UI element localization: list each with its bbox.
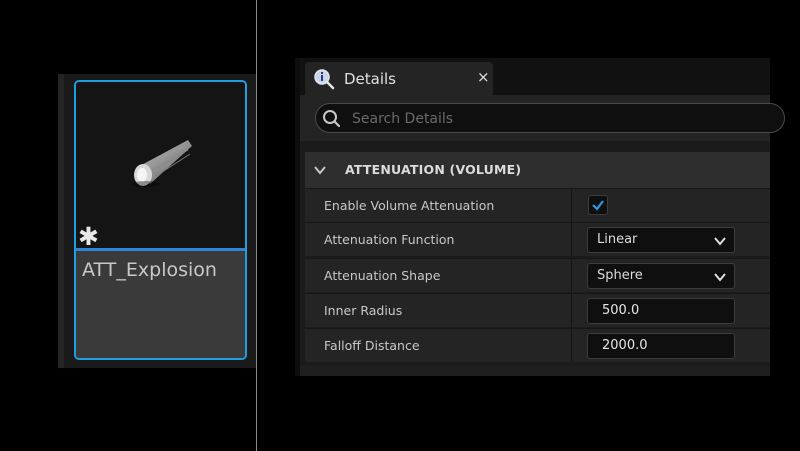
tab-details-label: Details [344,70,397,88]
column-divider [571,294,572,327]
property-row-attenuation-function: Attenuation Function Linear [305,222,770,256]
search-box[interactable] [315,103,785,133]
chevron-down-icon [314,166,326,175]
property-label: Attenuation Function [324,232,455,247]
property-row-attenuation-shape: Attenuation Shape Sphere [305,258,770,292]
category-title: ATTENUATION (VOLUME) [345,162,522,177]
search-icon [323,110,341,128]
asset-name-label: ATT_Explosion [82,259,217,281]
chevron-down-icon [714,273,726,282]
falloff-distance-input[interactable]: 2000.0 [587,333,735,359]
property-row-enable-volume-attenuation: Enable Volume Attenuation [305,188,770,222]
modified-asterisk-icon: ✱ [78,222,99,251]
dropdown-value: Sphere [597,268,643,283]
property-label: Falloff Distance [324,338,420,353]
attenuation-function-dropdown[interactable]: Linear [587,227,735,253]
asset-tile-att-explosion[interactable]: ✱ ATT_Explosion [74,80,247,360]
search-input[interactable] [350,107,754,131]
tab-strip: Details × [295,58,770,95]
inner-radius-input[interactable]: 500.0 [587,298,735,324]
checkmark-icon [592,200,604,211]
attenuation-shape-dropdown[interactable]: Sphere [587,263,735,289]
chevron-down-icon [714,237,726,246]
asset-thumbnail: ✱ [76,82,245,251]
search-bar-area [300,95,785,141]
sound-attenuation-cone-icon [132,140,192,187]
category-header-attenuation-volume[interactable]: ATTENUATION (VOLUME) [305,152,770,188]
column-divider [571,259,572,292]
property-row-inner-radius: Inner Radius 500.0 [305,293,770,327]
dropdown-value: Linear [597,232,638,247]
column-divider [571,329,572,362]
input-value: 500.0 [602,303,640,318]
enable-volume-attenuation-checkbox[interactable] [588,195,608,215]
property-label: Attenuation Shape [324,268,441,283]
info-magnifier-icon [314,69,335,90]
panel-splitter[interactable] [256,0,257,451]
panel-edge [58,74,64,368]
property-label: Enable Volume Attenuation [324,198,495,213]
panel-footer [300,366,770,376]
column-divider [571,189,572,222]
property-label: Inner Radius [324,303,403,318]
panel-edge [295,58,300,376]
column-divider [571,223,572,256]
close-tab-button[interactable]: × [477,68,490,86]
property-row-falloff-distance: Falloff Distance 2000.0 [305,328,770,362]
input-value: 2000.0 [602,338,648,353]
details-panel: Details × ATTENUATION (VOLUME) Enable Vo… [295,58,785,376]
tab-details[interactable]: Details × [305,62,493,95]
asset-label-area: ATT_Explosion [76,251,245,358]
